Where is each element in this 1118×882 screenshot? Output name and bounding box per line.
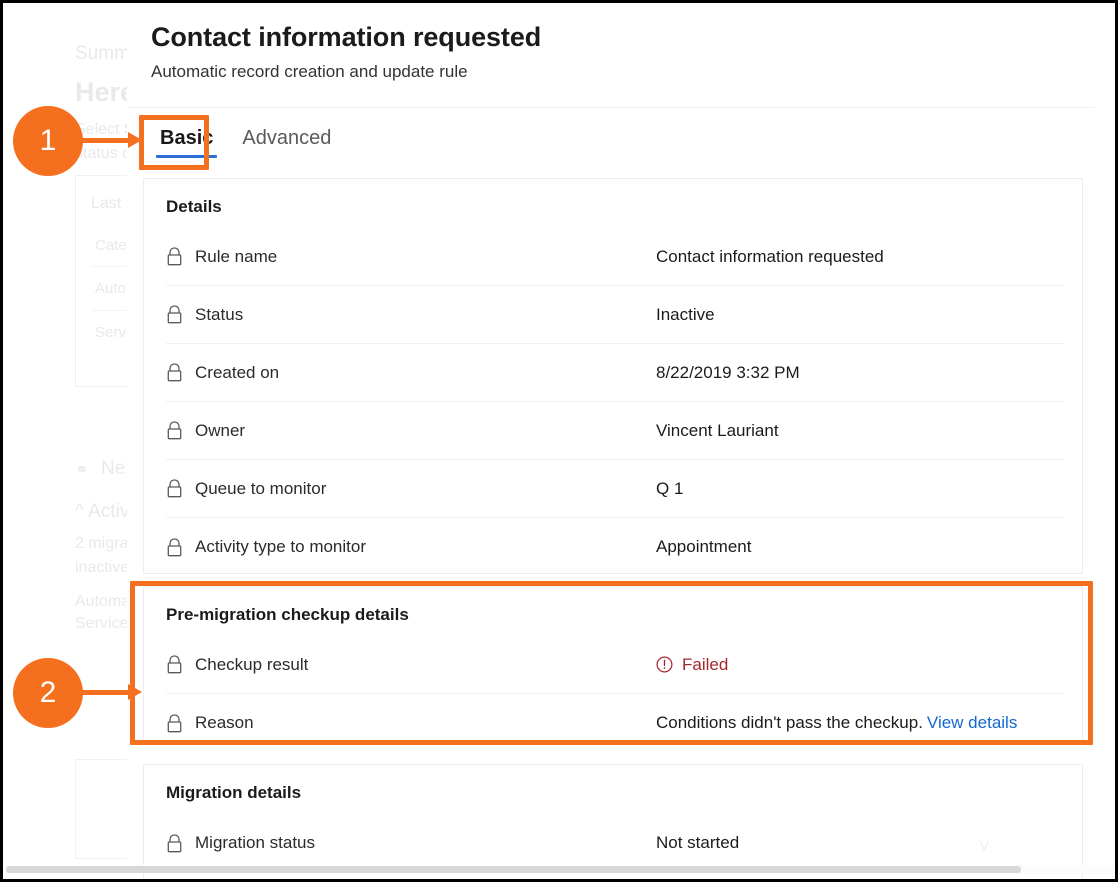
migration-row-status: Migration status Not started xyxy=(166,814,1064,872)
header-divider xyxy=(127,107,1095,108)
tab-basic-label: Basic xyxy=(160,127,213,149)
checkup-row-result: Checkup result Failed xyxy=(166,636,1064,694)
tab-advanced[interactable]: Advanced xyxy=(233,123,340,160)
details-card: Details Rule name Contact information re… xyxy=(143,178,1083,574)
horizontal-scrollbar[interactable] xyxy=(6,865,1114,874)
lock-icon xyxy=(166,834,183,853)
detail-label: Rule name xyxy=(195,247,277,267)
callout-marker-1: 1 xyxy=(13,106,83,176)
detail-value: Vincent Lauriant xyxy=(656,421,779,441)
rule-detail-panel: Contact information requested Automatic … xyxy=(127,6,1095,882)
detail-row-created-on: Created on 8/22/2019 3:32 PM xyxy=(166,344,1064,402)
lock-icon xyxy=(166,363,183,382)
detail-label: Created on xyxy=(195,363,279,383)
detail-row-status: Status Inactive xyxy=(166,286,1064,344)
migration-status-value: Not started xyxy=(656,833,739,853)
screenshot-frame: Summary Here's your migration status Sel… xyxy=(0,0,1118,882)
detail-row-owner: Owner Vincent Lauriant xyxy=(166,402,1064,460)
migration-status-label: Migration status xyxy=(195,833,315,853)
detail-value: 8/22/2019 3:32 PM xyxy=(656,363,800,383)
callout-arrow-1 xyxy=(79,138,129,143)
checkup-row-reason: Reason Conditions didn't pass the checku… xyxy=(166,694,1064,752)
tab-advanced-label: Advanced xyxy=(242,127,331,149)
lock-icon xyxy=(166,247,183,266)
detail-value: Appointment xyxy=(656,537,751,557)
migration-card-title: Migration details xyxy=(166,783,301,803)
tab-list: Basic Advanced xyxy=(151,123,340,160)
panel-header: Contact information requested Automatic … xyxy=(151,22,541,82)
lock-icon xyxy=(166,305,183,324)
lock-icon xyxy=(166,538,183,557)
view-details-link[interactable]: View details xyxy=(927,713,1017,733)
scrollbar-thumb[interactable] xyxy=(6,866,1021,873)
pre-migration-checkup-details-card: Pre-migration checkup details Checkup re… xyxy=(143,586,1083,744)
detail-row-queue-to-monitor: Queue to monitor Q 1 xyxy=(166,460,1064,518)
callout-number: 2 xyxy=(40,676,57,710)
chevron-up-icon: ^ xyxy=(75,501,84,522)
lock-icon xyxy=(166,655,183,674)
tab-basic[interactable]: Basic xyxy=(151,123,222,160)
lightbulb-icon: ⚭ xyxy=(75,460,89,480)
checkup-result-label: Checkup result xyxy=(195,655,308,675)
checkup-reason-value: Conditions didn't pass the checkup. View… xyxy=(656,713,1017,733)
detail-label: Status xyxy=(195,305,243,325)
detail-label: Owner xyxy=(195,421,245,441)
callout-marker-2: 2 xyxy=(13,658,83,728)
detail-value: Q 1 xyxy=(656,479,683,499)
migration-row-list: Migration status Not started xyxy=(166,814,1064,872)
lock-icon xyxy=(166,421,183,440)
chevron-down-icon[interactable]: ˅ xyxy=(979,837,990,859)
lock-icon xyxy=(166,479,183,498)
detail-value: Contact information requested xyxy=(656,247,884,267)
detail-value: Inactive xyxy=(656,305,715,325)
checkup-row-list: Checkup result Failed xyxy=(166,636,1064,752)
lock-icon xyxy=(166,714,183,733)
details-row-list: Rule name Contact information requested … xyxy=(166,228,1064,576)
details-card-title: Details xyxy=(166,197,222,217)
callout-number: 1 xyxy=(40,124,57,158)
error-circle-icon xyxy=(656,656,673,673)
checkup-card-title: Pre-migration checkup details xyxy=(166,605,409,625)
status-badge-label: Failed xyxy=(682,655,728,675)
checkup-reason-label: Reason xyxy=(195,713,254,733)
page-subtitle: Automatic record creation and update rul… xyxy=(151,62,541,82)
status-badge: Failed xyxy=(656,655,728,675)
reason-text: Conditions didn't pass the checkup. xyxy=(656,713,923,733)
detail-row-rule-name: Rule name Contact information requested xyxy=(166,228,1064,286)
detail-label: Queue to monitor xyxy=(195,479,326,499)
page-title: Contact information requested xyxy=(151,22,541,53)
callout-arrow-2 xyxy=(79,690,129,695)
detail-label: Activity type to monitor xyxy=(195,537,366,557)
detail-row-activity-type-to-monitor: Activity type to monitor Appointment xyxy=(166,518,1064,576)
